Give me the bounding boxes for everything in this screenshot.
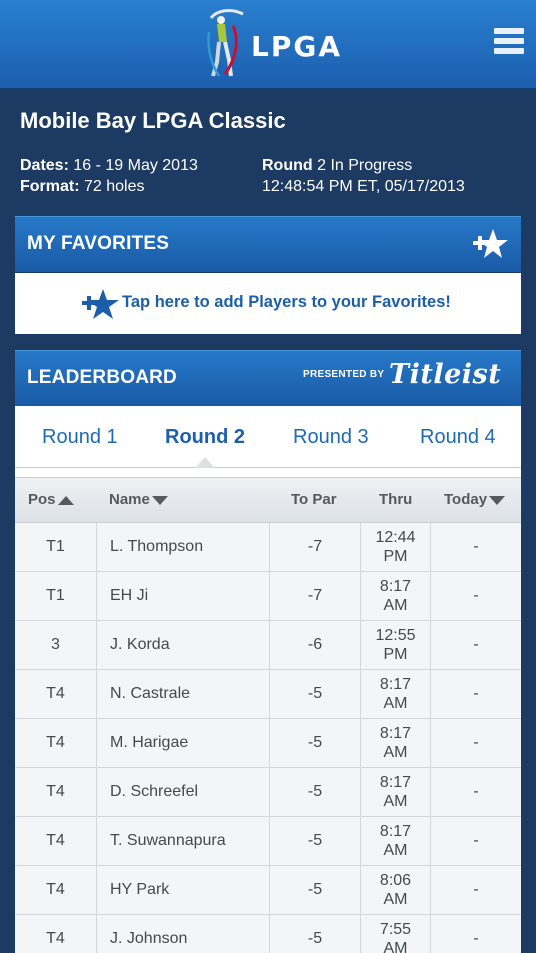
player-today: - — [473, 734, 479, 751]
player-thru: 12:55 PM — [361, 621, 431, 669]
player-to-par: -5 — [270, 719, 361, 767]
player-position: T4 — [15, 866, 97, 914]
player-thru: 8:17 AM — [361, 670, 431, 718]
player-to-par: -6 — [270, 621, 361, 669]
player-position: 3 — [15, 621, 97, 669]
player-to-par: -7 — [270, 572, 361, 620]
player-position: T4 — [15, 768, 97, 816]
sort-name-header[interactable]: Name — [109, 491, 168, 508]
tab-round-3[interactable]: Round 3 — [293, 426, 369, 449]
table-row[interactable]: 3 J. Korda -6 12:55 PM - — [15, 621, 521, 670]
add-favorites-text: Tap here to add Players to your Favorite… — [122, 293, 451, 311]
table-header: Pos Name To Par Thru Today — [15, 477, 521, 523]
round-line: Round 2 In Progress — [262, 157, 413, 174]
leaderboard-header: LEADERBOARD PRESENTED BY Titleist — [15, 350, 521, 406]
table-row[interactable]: T4 T. Suwannapura -5 8:17 AM - — [15, 817, 521, 866]
player-today: - — [473, 636, 479, 653]
player-to-par: -5 — [270, 768, 361, 816]
player-today: - — [473, 930, 479, 947]
sort-descending-icon — [151, 495, 168, 505]
logo-text: LPGA — [251, 30, 343, 63]
player-today: - — [473, 685, 479, 702]
table-row[interactable]: T4 N. Castrale -5 8:17 AM - — [15, 670, 521, 719]
player-today: - — [473, 881, 479, 898]
hamburger-menu-icon — [494, 28, 524, 34]
player-thru: 12:44 PM — [361, 523, 431, 571]
player-to-par: -5 — [270, 866, 361, 914]
player-to-par: -5 — [270, 915, 361, 953]
table-row[interactable]: T1 L. Thompson -7 12:44 PM - — [15, 523, 521, 572]
player-name: L. Thompson — [97, 523, 270, 571]
player-today: - — [473, 587, 479, 604]
tab-round-2[interactable]: Round 2 — [165, 426, 245, 449]
golfer-logo-icon — [207, 9, 244, 77]
player-thru: 8:17 AM — [361, 572, 431, 620]
dates-line: Dates: 16 - 19 May 2013 — [20, 157, 198, 174]
player-thru: 8:17 AM — [361, 768, 431, 816]
player-thru: 8:17 AM — [361, 817, 431, 865]
player-to-par: -5 — [270, 817, 361, 865]
player-position: T4 — [15, 817, 97, 865]
add-favorite-star-icon — [82, 289, 119, 319]
thru-header: Thru — [379, 491, 413, 508]
add-favorites-button[interactable]: Tap here to add Players to your Favorite… — [15, 273, 521, 334]
player-today: - — [473, 783, 479, 800]
sponsor-logo: Titleist — [389, 359, 502, 390]
leaderboard-table: Pos Name To Par Thru Today T1 L. Thompson… — [15, 477, 521, 953]
add-favorite-star-icon[interactable] — [471, 227, 509, 261]
menu-button[interactable] — [494, 28, 526, 60]
table-row[interactable]: T1 EH Ji -7 8:17 AM - — [15, 572, 521, 621]
table-row[interactable]: T4 M. Harigae -5 8:17 AM - — [15, 719, 521, 768]
tab-round-1[interactable]: Round 1 — [42, 426, 118, 449]
player-position: T1 — [15, 572, 97, 620]
tournament-round-status: Round 2 In Progress 12:48:54 PM ET, 05/1… — [262, 155, 465, 197]
to-par-header: To Par — [291, 491, 337, 508]
player-name: D. Schreefel — [97, 768, 270, 816]
lpga-logo[interactable]: LPGA — [203, 8, 340, 80]
round-tabs: Round 1 Round 2 Round 3 Round 4 — [15, 406, 521, 468]
player-name: HY Park — [97, 866, 270, 914]
table-row[interactable]: T4 D. Schreefel -5 8:17 AM - — [15, 768, 521, 817]
sort-today-header[interactable]: Today — [444, 491, 506, 508]
leaderboard-title: LEADERBOARD — [27, 367, 177, 388]
player-position: T1 — [15, 523, 97, 571]
tab-round-4[interactable]: Round 4 — [420, 426, 496, 449]
player-to-par: -7 — [270, 523, 361, 571]
favorites-title: MY FAVORITES — [27, 233, 170, 254]
format-line: Format: 72 holes — [20, 178, 145, 195]
player-thru: 7:55 AM — [361, 915, 431, 953]
player-name: M. Harigae — [97, 719, 270, 767]
player-name: J. Johnson — [97, 915, 270, 953]
table-row[interactable]: T4 J. Johnson -5 7:55 AM - — [15, 915, 521, 953]
updated-timestamp: 12:48:54 PM ET, 05/17/2013 — [262, 178, 465, 195]
presented-by-label: PRESENTED BY — [303, 369, 385, 380]
favorites-header: MY FAVORITES — [15, 216, 521, 272]
player-thru: 8:17 AM — [361, 719, 431, 767]
player-to-par: -5 — [270, 670, 361, 718]
player-thru: 8:06 AM — [361, 866, 431, 914]
tournament-title: Mobile Bay LPGA Classic — [20, 108, 286, 133]
player-name: EH Ji — [97, 572, 270, 620]
player-name: T. Suwannapura — [97, 817, 270, 865]
tournament-dates-format: Dates: 16 - 19 May 2013 Format: 72 holes — [20, 155, 198, 197]
leaderboard-rows: T1 L. Thompson -7 12:44 PM - T1 EH Ji -7 8:17 AM… — [15, 523, 521, 953]
active-tab-indicator — [195, 457, 215, 468]
player-today: - — [473, 832, 479, 849]
sort-ascending-icon — [57, 495, 74, 505]
player-position: T4 — [15, 670, 97, 718]
player-position: T4 — [15, 915, 97, 953]
player-name: N. Castrale — [97, 670, 270, 718]
player-position: T4 — [15, 719, 97, 767]
player-today: - — [473, 538, 479, 555]
sort-pos-header[interactable]: Pos — [28, 491, 74, 508]
sort-descending-icon — [489, 495, 506, 505]
app-header: LPGA — [0, 0, 536, 89]
player-name: J. Korda — [97, 621, 270, 669]
table-row[interactable]: T4 HY Park -5 8:06 AM - — [15, 866, 521, 915]
